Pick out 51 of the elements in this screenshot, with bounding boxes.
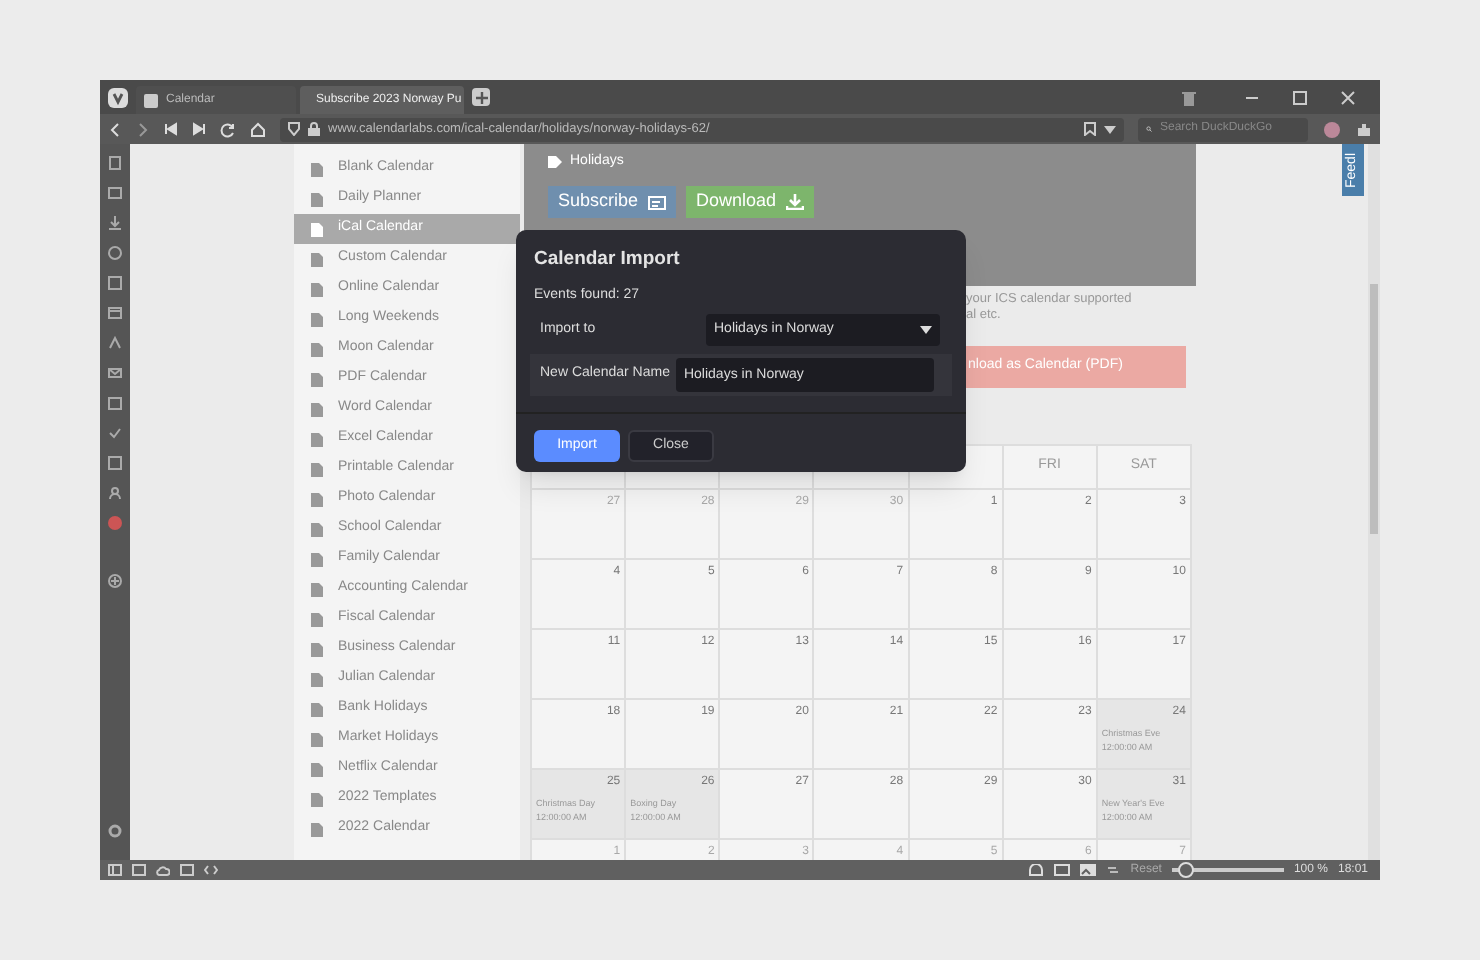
reading-list-icon[interactable]	[108, 186, 122, 200]
browser-logo-icon[interactable]	[108, 87, 128, 107]
window-icon[interactable]	[1054, 864, 1071, 876]
puzzle-icon[interactable]	[1356, 121, 1372, 137]
back-icon[interactable]	[108, 121, 122, 137]
download-panel-icon[interactable]	[108, 216, 122, 230]
window-panel-icon[interactable]	[108, 306, 122, 320]
page-actions-icon[interactable]	[1106, 864, 1121, 876]
download-button[interactable]: Download	[686, 185, 815, 217]
feed-icon[interactable]	[108, 456, 122, 470]
new-tab-button[interactable]	[472, 88, 490, 106]
plus-icon	[475, 91, 487, 103]
bookmark-panel-icon[interactable]	[108, 156, 122, 170]
maximize-icon[interactable]	[1292, 89, 1308, 105]
lock-icon	[308, 122, 320, 136]
code-icon[interactable]	[204, 864, 218, 876]
image-icon[interactable]	[1080, 864, 1097, 876]
forward-icon[interactable]	[136, 121, 150, 137]
favicon-icon	[144, 93, 158, 107]
skip-back-icon[interactable]	[164, 122, 178, 136]
reload-icon[interactable]	[220, 121, 236, 137]
search-icon	[1146, 122, 1152, 136]
dropdown-caret-icon[interactable]	[1104, 125, 1116, 133]
sync-icon[interactable]	[1028, 864, 1045, 876]
extension-icon[interactable]	[1322, 120, 1342, 138]
add-panel-icon[interactable]	[108, 574, 122, 588]
cloud-icon[interactable]	[156, 864, 170, 876]
tag-icon	[548, 156, 562, 169]
settings-icon[interactable]	[108, 824, 122, 838]
notes-icon[interactable]	[108, 276, 122, 290]
calendar-panel-icon[interactable]	[108, 396, 122, 410]
dialog-title: Calendar Import	[532, 246, 682, 274]
caret-icon	[920, 325, 932, 334]
translate-icon[interactable]	[108, 336, 122, 350]
tab-tiling-icon[interactable]	[132, 864, 146, 876]
bookmark-icon[interactable]	[1084, 122, 1096, 136]
panel-toggle-icon[interactable]	[108, 864, 122, 876]
contacts-icon[interactable]	[108, 486, 122, 500]
scrollbar-thumb[interactable]	[1370, 284, 1378, 534]
home-icon[interactable]	[250, 121, 266, 137]
mail-icon[interactable]	[108, 366, 122, 380]
trash-icon[interactable]	[1182, 89, 1196, 105]
history-icon[interactable]	[108, 246, 122, 260]
close-icon[interactable]	[1340, 89, 1356, 105]
calendar-edit-icon	[648, 193, 667, 209]
download-icon	[786, 193, 805, 209]
skip-forward-icon[interactable]	[192, 122, 206, 136]
tasks-icon[interactable]	[108, 426, 122, 440]
window-icon[interactable]	[180, 864, 194, 876]
shield-icon[interactable]	[288, 122, 300, 136]
subscribe-button[interactable]: Subscribe	[548, 185, 677, 217]
